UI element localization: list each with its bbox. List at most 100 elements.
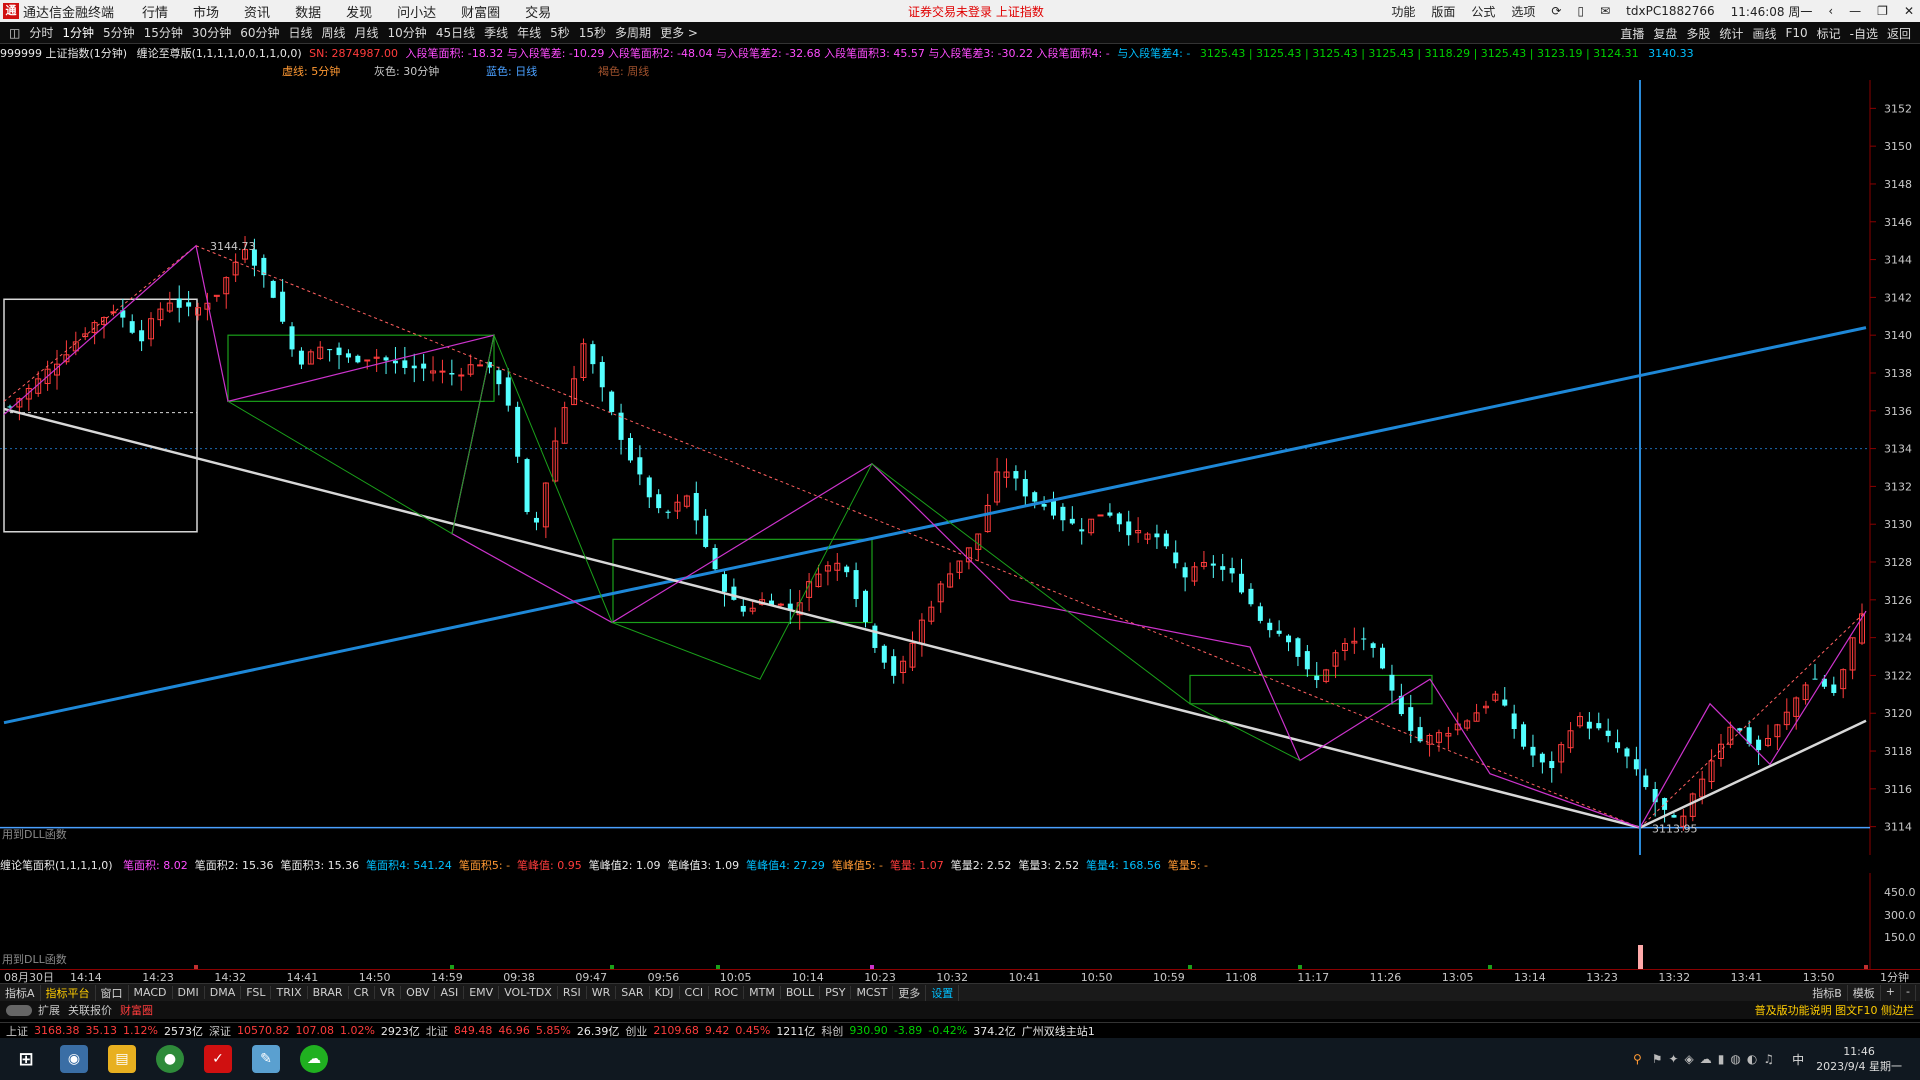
indicator-tab[interactable]: KDJ xyxy=(650,986,680,999)
windows-start-icon[interactable]: ⊞ xyxy=(12,1045,40,1073)
toggle-switch[interactable] xyxy=(6,1004,32,1016)
panel-toggle-icon[interactable]: ◫ xyxy=(9,26,20,40)
candlestick-chart[interactable]: 3114 3116 3118 3120 3122 3124 3126 3128 3130 3132… xyxy=(0,80,1920,855)
menu-zixun[interactable]: 资讯 xyxy=(244,2,270,21)
period-15min[interactable]: 15分钟 xyxy=(144,24,183,41)
tab-guanlian[interactable]: 关联报价 xyxy=(68,1002,112,1018)
period-daily[interactable]: 日线 xyxy=(288,24,312,41)
menu-caifuquan[interactable]: 财富圈 xyxy=(461,2,500,21)
period-fenshi[interactable]: 分时 xyxy=(29,24,53,41)
period-30min[interactable]: 30分钟 xyxy=(192,24,231,41)
phone-icon[interactable]: ▯ xyxy=(1577,4,1584,18)
indicator-tab[interactable]: 指标A xyxy=(0,984,41,1001)
period-multi[interactable]: 多周期 xyxy=(615,24,651,41)
maximize-icon[interactable]: ❐ xyxy=(1877,4,1888,18)
chrome-icon[interactable]: ● xyxy=(156,1045,184,1073)
indicator-tab[interactable]: BRAR xyxy=(308,986,349,999)
file-explorer-icon[interactable]: ▤ xyxy=(108,1045,136,1073)
refresh-icon[interactable]: ⟳ xyxy=(1551,4,1561,18)
notepad-icon[interactable]: ✎ xyxy=(252,1045,280,1073)
minimize-icon[interactable]: — xyxy=(1849,4,1861,18)
period-5sec[interactable]: 5秒 xyxy=(550,24,570,41)
period-60min[interactable]: 60分钟 xyxy=(240,24,279,41)
period-15sec[interactable]: 15秒 xyxy=(579,24,606,41)
indicator-tab[interactable]: ROC xyxy=(709,986,745,999)
sub-right-links[interactable]: 普及版功能说明 图文F10 侧边栏 xyxy=(1755,1002,1914,1018)
period-1min[interactable]: 1分钟 xyxy=(62,24,94,41)
btn-f10[interactable]: F10 xyxy=(1785,26,1807,40)
indicator-tab[interactable]: ASI xyxy=(435,986,465,999)
account-id[interactable]: tdxPC1882766 xyxy=(1626,4,1714,18)
indicator-tab-right[interactable]: 模板 xyxy=(1848,984,1881,1001)
btn-huaxian[interactable]: 画线 xyxy=(1752,25,1776,42)
menu-banmian[interactable]: 版面 xyxy=(1431,3,1455,20)
tdx-app-icon[interactable]: ✓ xyxy=(204,1045,232,1073)
indicator-tab-right[interactable]: 指标B xyxy=(1807,984,1848,1001)
btn-zhibo[interactable]: 直播 xyxy=(1620,25,1644,42)
app-icon-1[interactable]: ◉ xyxy=(60,1045,88,1073)
login-notice[interactable]: 证券交易未登录 上证指数 xyxy=(908,3,1044,20)
indicator-tab[interactable]: VR xyxy=(375,986,402,999)
indicator-tab[interactable]: MCST xyxy=(851,986,894,999)
menu-jiaoyi[interactable]: 交易 xyxy=(525,2,551,21)
indicator-tab[interactable]: DMI xyxy=(173,986,205,999)
indicator-tab-right[interactable]: - xyxy=(1901,984,1916,1001)
indicator-pane-name[interactable]: 缠论笔面积(1,1,1,1,0) xyxy=(0,859,113,872)
tray-icons[interactable]: ⚑✦◈☁▮◍◐♫ xyxy=(1652,1052,1780,1066)
indicator-tab-right[interactable]: + xyxy=(1881,984,1902,1001)
indicator-tab[interactable]: CR xyxy=(349,986,375,999)
btn-fanhui[interactable]: 返回 xyxy=(1887,25,1911,42)
period-weekly[interactable]: 周线 xyxy=(322,24,346,41)
menu-hangqing[interactable]: 行情 xyxy=(142,2,168,21)
back-icon[interactable]: ‹ xyxy=(1828,4,1833,18)
indicator-tab[interactable]: FSL xyxy=(241,986,272,999)
period-more[interactable]: 更多 > xyxy=(660,24,698,41)
btn-biaoji[interactable]: 标记 xyxy=(1817,25,1841,42)
indicator-tab[interactable]: BOLL xyxy=(781,986,821,999)
btn-tongji[interactable]: 统计 xyxy=(1719,25,1743,42)
menu-shichang[interactable]: 市场 xyxy=(193,2,219,21)
indicator-tab[interactable]: MTM xyxy=(744,986,781,999)
indicator-tab[interactable]: SAR xyxy=(616,986,650,999)
indicator-tab[interactable]: EMV xyxy=(464,986,500,999)
indicator-pane[interactable]: 450.0 300.0 150.0 用到DLL函数 xyxy=(0,873,1920,969)
tab-caifuquan[interactable]: 财富圈 xyxy=(120,1002,153,1018)
tray-clock[interactable]: 11:46 2023/9/4 星期一 xyxy=(1816,1044,1902,1074)
indicator-tab[interactable]: DMA xyxy=(205,986,242,999)
btn-duogu[interactable]: 多股 xyxy=(1686,25,1710,42)
indicator-tab[interactable]: TRIX xyxy=(271,986,308,999)
indicator-tab[interactable]: VOL-TDX xyxy=(499,986,558,999)
indicator-tab[interactable]: RSI xyxy=(558,986,587,999)
menu-gongshi[interactable]: 公式 xyxy=(1471,3,1495,20)
message-icon[interactable]: ✉ xyxy=(1600,4,1610,18)
period-yearly[interactable]: 年线 xyxy=(517,24,541,41)
wechat-icon[interactable]: ☁ xyxy=(300,1045,328,1073)
indicator-tab[interactable]: 窗口 xyxy=(96,984,129,1001)
indicator-tab[interactable]: 更多 xyxy=(893,984,927,1001)
period-45day[interactable]: 45日线 xyxy=(436,24,475,41)
btn-fupan[interactable]: 复盘 xyxy=(1653,25,1677,42)
indicator-tab[interactable]: PSY xyxy=(820,986,852,999)
menu-shuju[interactable]: 数据 xyxy=(295,2,321,21)
btn-zixuan[interactable]: -自选 xyxy=(1850,25,1878,42)
indicator-name[interactable]: 缠论至尊版(1,1,1,1,0,0,1,1,0,0) xyxy=(137,47,302,60)
period-10min[interactable]: 10分钟 xyxy=(388,24,427,41)
menu-xuanxiang[interactable]: 选项 xyxy=(1511,3,1535,20)
time-label: 10:32 xyxy=(936,971,968,983)
period-monthly[interactable]: 月线 xyxy=(355,24,379,41)
indicator-tab[interactable]: CCI xyxy=(680,986,710,999)
menu-gongneng[interactable]: 功能 xyxy=(1391,3,1415,20)
indicator-tab[interactable]: MACD xyxy=(129,986,173,999)
period-quarterly[interactable]: 季线 xyxy=(484,24,508,41)
tab-kuozhan[interactable]: 扩展 xyxy=(38,1002,60,1018)
menu-faxian[interactable]: 发现 xyxy=(346,2,372,21)
search-icon[interactable]: ⚲ xyxy=(1633,1052,1642,1066)
indicator-tab[interactable]: 指标平台 xyxy=(41,984,96,1001)
ime-indicator[interactable]: 中 xyxy=(1792,1051,1804,1068)
menu-wenxiaoda[interactable]: 问小达 xyxy=(397,2,436,21)
indicator-tab[interactable]: OBV xyxy=(401,986,436,999)
period-5min[interactable]: 5分钟 xyxy=(103,24,135,41)
indicator-tab[interactable]: 设置 xyxy=(926,984,960,1001)
indicator-tab[interactable]: WR xyxy=(587,986,617,999)
close-icon[interactable]: ✕ xyxy=(1904,4,1914,18)
